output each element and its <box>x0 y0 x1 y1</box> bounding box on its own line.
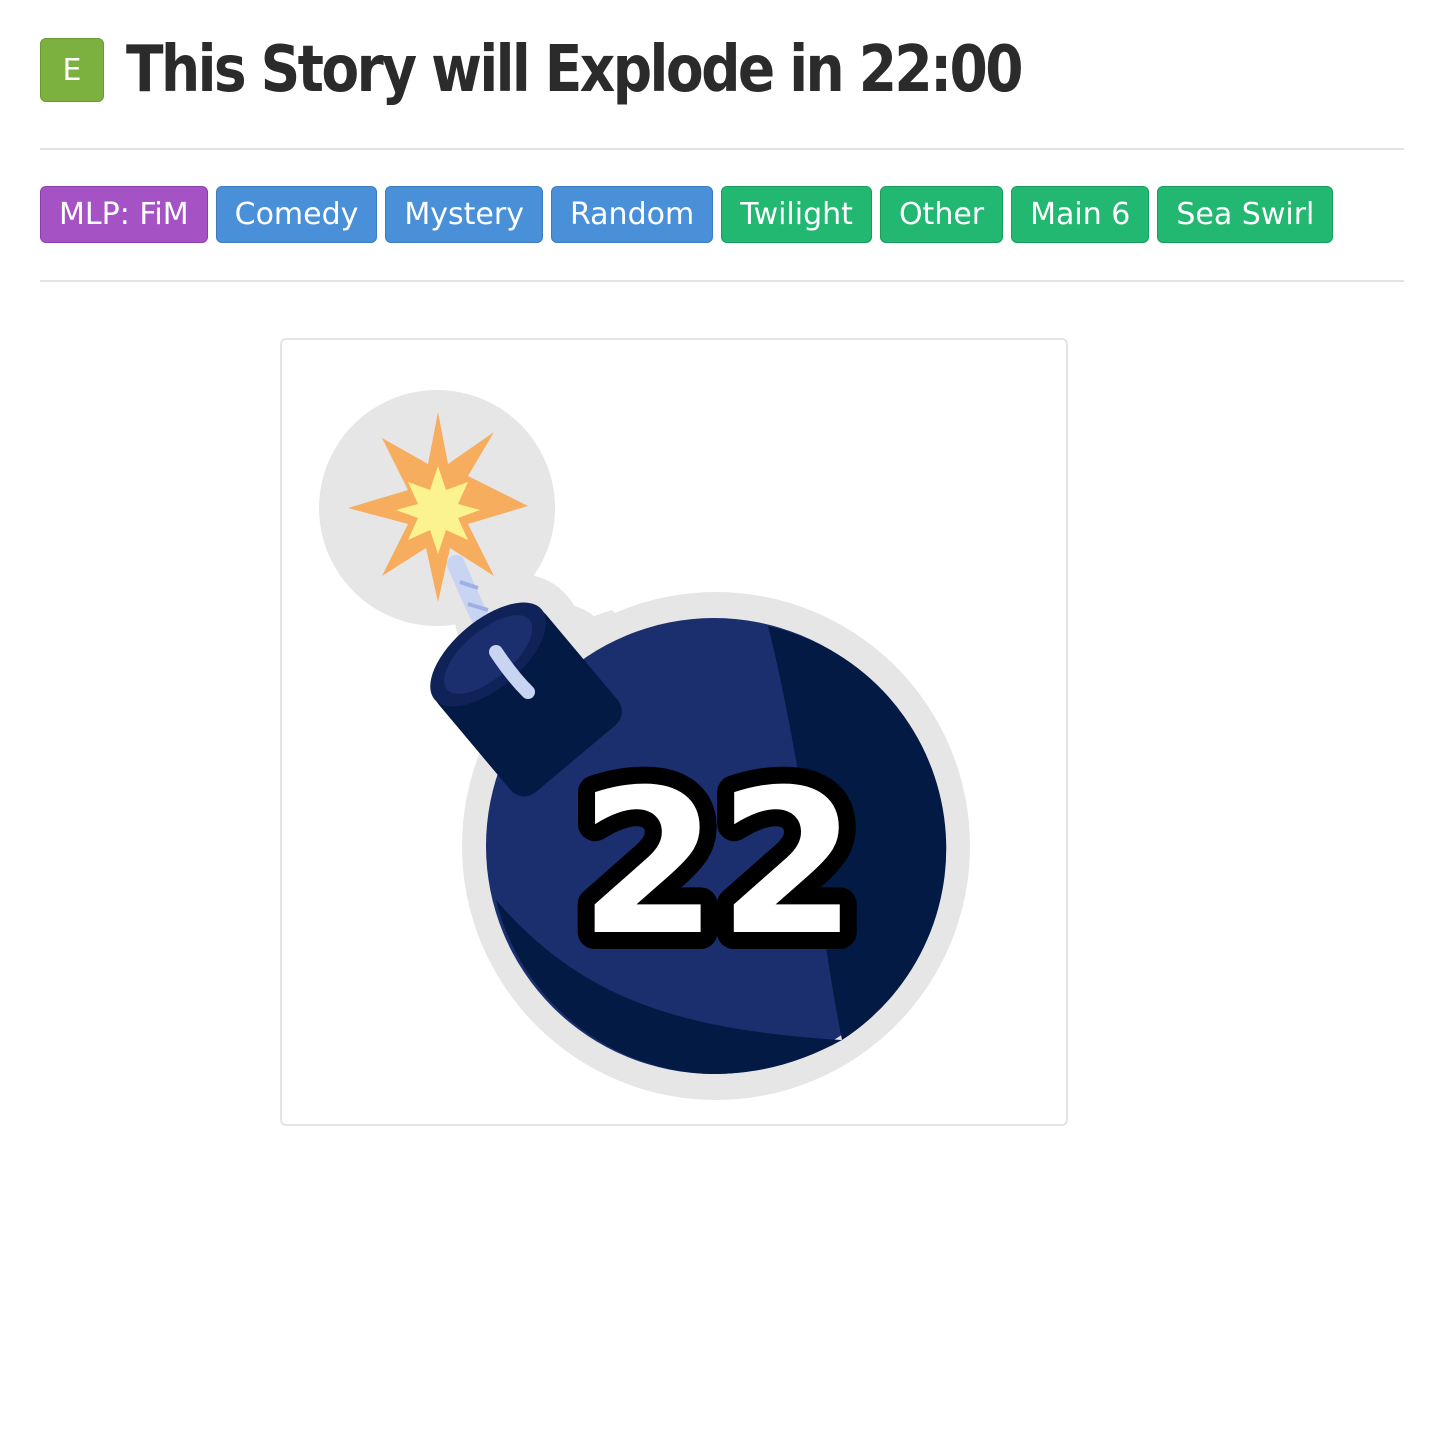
tag-character-main-6[interactable]: Main 6 <box>1011 186 1150 243</box>
bomb-icon: 22 22 <box>319 390 970 1100</box>
divider-bottom <box>40 280 1404 282</box>
story-header: E This Story will Explode in 22:00 <box>40 28 1167 112</box>
rating-badge[interactable]: E <box>40 38 104 102</box>
story-title[interactable]: This Story will Explode in 22:00 <box>126 28 1024 112</box>
story-cover-image[interactable]: 22 22 <box>280 338 1068 1126</box>
tag-genre-comedy[interactable]: Comedy <box>215 186 378 243</box>
countdown-number: 22 <box>579 747 857 980</box>
divider-top <box>40 148 1404 150</box>
tag-character-twilight[interactable]: Twilight <box>721 186 872 243</box>
tag-character-other[interactable]: Other <box>879 186 1004 243</box>
tag-list: MLP: FiM Comedy Mystery Random Twilight … <box>40 186 1334 243</box>
tag-genre-random[interactable]: Random <box>550 186 714 243</box>
tag-character-sea-swirl[interactable]: Sea Swirl <box>1157 186 1334 243</box>
tag-genre-mystery[interactable]: Mystery <box>385 186 543 243</box>
tag-series-mlp-fim[interactable]: MLP: FiM <box>40 186 208 243</box>
